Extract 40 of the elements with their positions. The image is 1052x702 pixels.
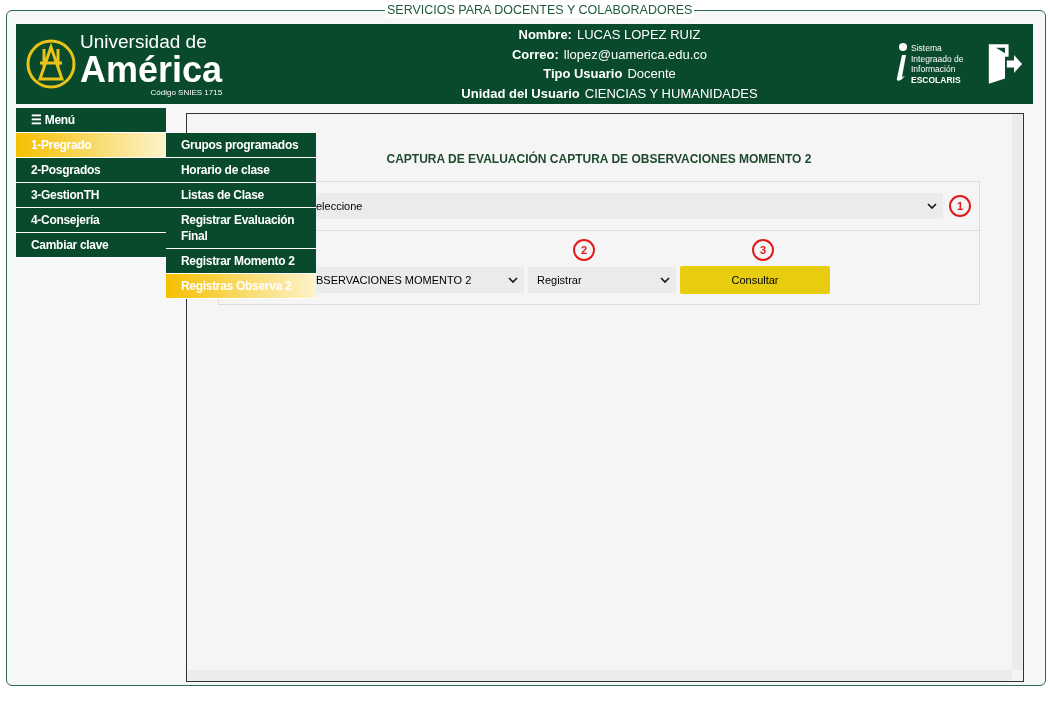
system-logo-text: Integraado de (911, 53, 965, 64)
university-emblem-icon (26, 39, 76, 89)
info-value: CIENCIAS Y HUMANIDADES (584, 85, 758, 101)
menu-item[interactable]: 2-Posgrados (16, 158, 166, 183)
consult-button[interactable]: Consultar (680, 266, 830, 294)
chevron-down-icon (927, 203, 937, 209)
logo-text: Universidad de (80, 31, 208, 52)
system-logo-text: Información (911, 64, 957, 75)
system-logo-name: ESCOLARIS (911, 74, 962, 85)
info-label: Unidad del Usuario (461, 85, 580, 101)
submenu-item[interactable]: Grupos programados (166, 133, 316, 158)
menu-item[interactable]: Cambiar clave (16, 233, 166, 258)
logo-text: América (80, 51, 223, 88)
chevron-down-icon (508, 277, 518, 283)
info-value: Docente (627, 66, 676, 81)
system-logo-text: Sistema (911, 43, 943, 54)
info-label: Nombre: (518, 27, 572, 42)
info-value: llopez@uamerica.edu.co (563, 46, 708, 62)
logo-caption: Código SNIES 1715 (150, 87, 223, 97)
scrollbar[interactable] (1012, 114, 1023, 670)
chevron-down-icon (660, 277, 670, 283)
menu-title[interactable]: ☰ Menú (16, 108, 166, 133)
submenu-item[interactable]: Horario de clase (166, 158, 316, 183)
submenu-item[interactable]: Listas de Clase (166, 183, 316, 208)
form-title: CAPTURA DE EVALUACIÓN CAPTURA DE OBSERVACIONES MOMENTO 2 (385, 152, 813, 166)
step-marker: 2 (573, 239, 595, 261)
step-marker: 1 (949, 195, 971, 217)
submenu-item[interactable]: Registrar Evaluación Final (166, 208, 316, 249)
menu-item[interactable]: 4-Consejería (16, 208, 166, 233)
menu-item[interactable]: 3-GestionTH (16, 183, 166, 208)
dropdown[interactable]: Registrar (528, 267, 676, 293)
info-label: Tipo Usuario (543, 66, 623, 81)
frame-title: SERVICIOS PARA DOCENTES Y COLABORADORES (385, 2, 695, 18)
step-marker: 3 (752, 239, 774, 261)
dropdown[interactable]: eleccione (316, 193, 943, 219)
dropdown[interactable]: BSERVACIONES MOMENTO 2 (316, 267, 524, 293)
info-label: Correo: (511, 46, 559, 62)
scrollbar[interactable] (187, 670, 1012, 681)
submenu-item[interactable]: Registrar Momento 2 (166, 249, 316, 274)
info-value: LUCAS LOPEZ RUIZ (576, 27, 701, 42)
